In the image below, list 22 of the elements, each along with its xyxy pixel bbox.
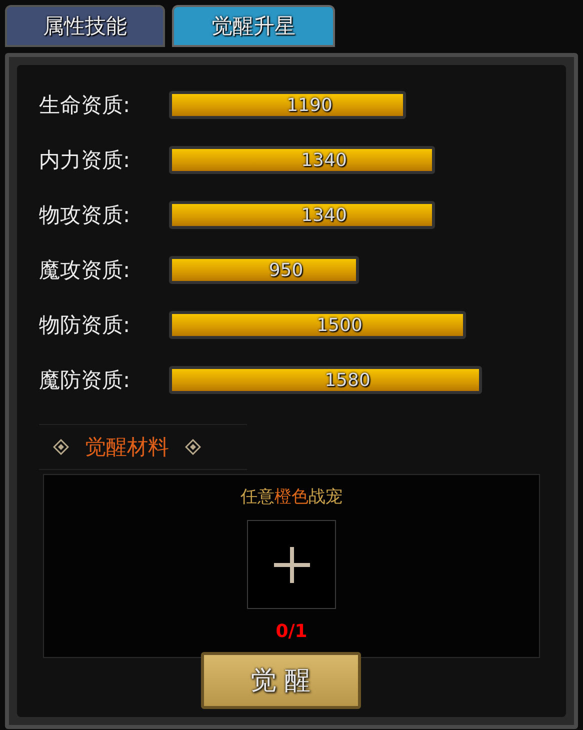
plus-icon [272, 544, 312, 584]
attribute-label: 生命资质: [39, 92, 132, 119]
attribute-label: 魔防资质: [39, 367, 132, 394]
attribute-label: 内力资质: [39, 147, 132, 174]
section-title: 觉醒材料 [85, 434, 169, 461]
attribute-value: 1500 [316, 314, 362, 336]
attribute-label: 魔攻资质: [39, 257, 132, 284]
tab[interactable]: 觉醒升星 [172, 5, 335, 47]
material-count: 0/1 [276, 621, 308, 642]
attribute-value: 1340 [300, 204, 347, 226]
attribute-value: 1340 [300, 150, 347, 170]
attribute-value: 950 [268, 260, 304, 280]
tab[interactable]: 属性技能 [5, 5, 165, 47]
awaken-button[interactable]: 觉 醒 [200, 652, 360, 709]
material-hint: 任意橙色战宠 [240, 486, 342, 508]
attribute-value: 1190 [286, 94, 332, 116]
diamond-icon [53, 439, 69, 455]
attribute-value: 1580 [324, 370, 370, 390]
attribute-label: 物攻资质: [39, 202, 132, 229]
diamond-icon [185, 439, 201, 455]
attribute-label: 物防资质: [39, 312, 132, 339]
add-slot[interactable] [247, 520, 336, 609]
